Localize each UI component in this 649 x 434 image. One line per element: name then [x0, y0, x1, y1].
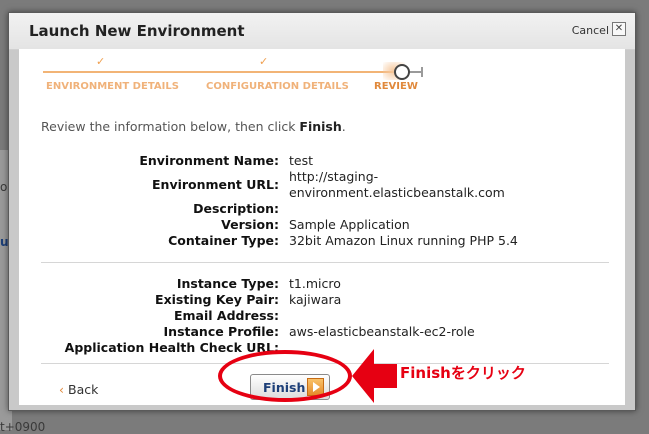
chevron-left-icon: ‹: [59, 382, 64, 397]
review-instructions: Review the information below, then click…: [41, 119, 346, 134]
step-review: REVIEW: [374, 81, 418, 92]
launch-environment-dialog: Launch New Environment Cancel ✕ ✓ ✓ ENVI…: [8, 12, 636, 411]
detail-value: t1.micro: [289, 276, 341, 291]
section-divider: [41, 262, 609, 263]
step-configuration-details: CONFIGURATION DETAILS: [206, 81, 349, 92]
annotation-arrow-left-icon: [352, 349, 397, 403]
progress-track: [43, 71, 393, 73]
current-step-circle-icon: [394, 64, 410, 80]
instructions-suffix: .: [341, 119, 346, 134]
detail-label: Description:: [193, 201, 279, 216]
back-link[interactable]: ‹ Back: [59, 382, 98, 397]
detail-value: Sample Application: [289, 217, 410, 232]
detail-label: Existing Key Pair:: [155, 292, 279, 307]
cancel-link[interactable]: Cancel: [572, 24, 609, 37]
detail-row-version: Version: Sample Application: [19, 217, 625, 233]
dialog-title: Launch New Environment: [29, 22, 245, 40]
detail-value: aws-elasticbeanstalk-ec2-role: [289, 324, 475, 339]
detail-label: Container Type:: [168, 233, 279, 248]
detail-row-environment-url: Environment URL: http://staging- environ…: [19, 169, 625, 203]
check-icon: ✓: [96, 55, 106, 68]
detail-value: kajiwara: [289, 292, 342, 307]
annotation-highlight-ellipse: [218, 350, 352, 402]
detail-row-instance-profile: Instance Profile: aws-elasticbeanstalk-e…: [19, 324, 625, 340]
review-panel: ✓ ✓ ENVIRONMENT DETAILS CONFIGURATION DE…: [19, 49, 625, 405]
annotation-text: Finishをクリック: [400, 364, 526, 382]
detail-label: Instance Profile:: [163, 324, 279, 339]
detail-row-email: Email Address:: [19, 308, 625, 324]
detail-value: 32bit Amazon Linux running PHP 5.4: [289, 233, 518, 248]
detail-label: Application Health Check URL:: [64, 340, 279, 355]
detail-row-description: Description:: [19, 201, 625, 217]
detail-row-environment-name: Environment Name: test: [19, 153, 625, 169]
instructions-emphasis: Finish: [299, 119, 342, 134]
detail-row-key-pair: Existing Key Pair: kajiwara: [19, 292, 625, 308]
detail-label: Environment URL:: [152, 177, 279, 192]
detail-label: Environment Name:: [139, 153, 279, 168]
check-icon: ✓: [259, 55, 269, 68]
step-environment-details: ENVIRONMENT DETAILS: [46, 81, 179, 92]
detail-value-continued: environment.elasticbeanstalk.com: [289, 185, 505, 200]
background-text-fragment: t+0900: [0, 420, 46, 434]
back-label: Back: [68, 382, 99, 397]
detail-label: Version:: [221, 217, 279, 232]
instructions-text: Review the information below, then click: [41, 119, 300, 134]
detail-row-container-type: Container Type: 32bit Amazon Linux runni…: [19, 233, 625, 249]
detail-row-instance-type: Instance Type: t1.micro: [19, 276, 625, 292]
close-icon[interactable]: ✕: [612, 22, 626, 36]
detail-label: Instance Type:: [176, 276, 279, 291]
detail-label: Email Address:: [173, 308, 279, 323]
progress-end-tick: [421, 67, 423, 77]
dialog-header: Launch New Environment Cancel ✕: [9, 13, 635, 50]
detail-value: http://staging-: [289, 169, 379, 184]
detail-value: test: [289, 153, 314, 168]
